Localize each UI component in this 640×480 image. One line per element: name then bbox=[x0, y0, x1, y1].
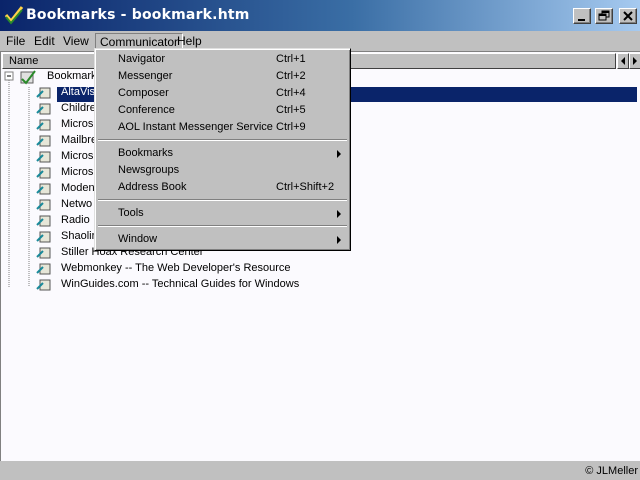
menu-item-bookmarks[interactable]: Bookmarks bbox=[118, 147, 173, 159]
menu-file[interactable]: File bbox=[2, 33, 29, 49]
menu-item-window[interactable]: Window bbox=[118, 233, 157, 245]
shortcut-composer: Ctrl+4 bbox=[276, 87, 306, 99]
menu-separator bbox=[98, 139, 347, 141]
bookmark-icon bbox=[36, 119, 51, 131]
bookmark-icon bbox=[36, 103, 51, 115]
bookmark-icon bbox=[36, 263, 51, 275]
menu-item-messenger[interactable]: Messenger bbox=[118, 70, 172, 82]
tree-root-label: Bookmark bbox=[47, 70, 97, 82]
scroll-left-button[interactable] bbox=[617, 53, 629, 69]
menu-item-aol-instant-messenger[interactable]: AOL Instant Messenger Service bbox=[118, 121, 273, 133]
menu-item-navigator[interactable]: Navigator bbox=[118, 53, 165, 65]
bookmarks-app-icon bbox=[4, 6, 24, 25]
menu-edit[interactable]: Edit bbox=[30, 33, 59, 49]
shortcut-address-book: Ctrl+Shift+2 bbox=[276, 181, 335, 193]
communicator-menu: Navigator Ctrl+1 Messenger Ctrl+2 Compos… bbox=[94, 48, 351, 251]
bookmark-icon bbox=[36, 87, 51, 99]
minimize-icon bbox=[578, 19, 585, 21]
close-icon bbox=[623, 11, 633, 21]
bookmark-icon bbox=[36, 167, 51, 179]
shortcut-messenger: Ctrl+2 bbox=[276, 70, 306, 82]
menu-item-composer[interactable]: Composer bbox=[118, 87, 169, 99]
minimize-button[interactable] bbox=[573, 8, 591, 24]
menu-item-tools[interactable]: Tools bbox=[118, 207, 144, 219]
menu-item-conference[interactable]: Conference bbox=[118, 104, 175, 116]
list-item-label: WinGuides.com -- Technical Guides for Wi… bbox=[61, 278, 300, 290]
bookmark-icon bbox=[36, 135, 51, 147]
restore-button[interactable] bbox=[595, 8, 613, 24]
menu-separator bbox=[98, 199, 347, 201]
list-item-label: AltaVis bbox=[61, 86, 96, 98]
arrow-left-icon bbox=[621, 57, 625, 65]
shortcut-aol-instant-messenger: Ctrl+9 bbox=[276, 121, 306, 133]
arrow-right-icon bbox=[633, 57, 637, 65]
bookmark-icon bbox=[36, 183, 51, 195]
list-item-label: Moden bbox=[61, 182, 95, 194]
bookmark-icon bbox=[36, 231, 51, 243]
bookmark-icon bbox=[36, 279, 51, 291]
title-bar[interactable]: Bookmarks - bookmark.htm bbox=[0, 0, 640, 31]
bookmark-folder-icon bbox=[20, 70, 36, 85]
menu-help[interactable]: Help bbox=[173, 33, 206, 49]
list-item-label: Micros bbox=[61, 118, 94, 130]
list-item-label: Netwo bbox=[61, 198, 93, 210]
bookmark-icon bbox=[36, 199, 51, 211]
submenu-arrow-icon bbox=[337, 150, 341, 158]
menu-item-newsgroups[interactable]: Newsgroups bbox=[118, 164, 179, 176]
window-title: Bookmarks - bookmark.htm bbox=[26, 7, 250, 23]
list-item-label: Shaolir bbox=[61, 230, 96, 242]
menu-view[interactable]: View bbox=[59, 33, 93, 49]
menu-item-address-book[interactable]: Address Book bbox=[118, 181, 186, 193]
shortcut-conference: Ctrl+5 bbox=[276, 104, 306, 116]
restore-icon bbox=[598, 10, 610, 21]
submenu-arrow-icon bbox=[337, 236, 341, 244]
list-item-label: Childre bbox=[61, 102, 96, 114]
copyright-text: © JLMeller bbox=[585, 465, 638, 477]
shortcut-navigator: Ctrl+1 bbox=[276, 53, 306, 65]
list-item-label: Radio bbox=[61, 214, 90, 226]
bookmark-icon bbox=[36, 215, 51, 227]
submenu-arrow-icon bbox=[337, 210, 341, 218]
list-item-label: Micros bbox=[61, 150, 94, 162]
status-bar: © JLMeller bbox=[0, 462, 640, 480]
bookmark-icon bbox=[36, 151, 51, 163]
close-button[interactable] bbox=[619, 8, 637, 24]
bookmark-icon bbox=[36, 247, 51, 259]
list-item-label: Micros bbox=[61, 166, 94, 178]
scroll-right-button[interactable] bbox=[629, 53, 640, 69]
list-item-label: Webmonkey -- The Web Developer's Resourc… bbox=[61, 262, 291, 274]
menu-separator bbox=[98, 225, 347, 227]
list-item[interactable]: WinGuides.com -- Technical Guides for Wi… bbox=[35, 277, 435, 293]
menu-communicator[interactable]: Communicator bbox=[95, 33, 184, 49]
list-item[interactable]: Webmonkey -- The Web Developer's Resourc… bbox=[35, 261, 435, 277]
